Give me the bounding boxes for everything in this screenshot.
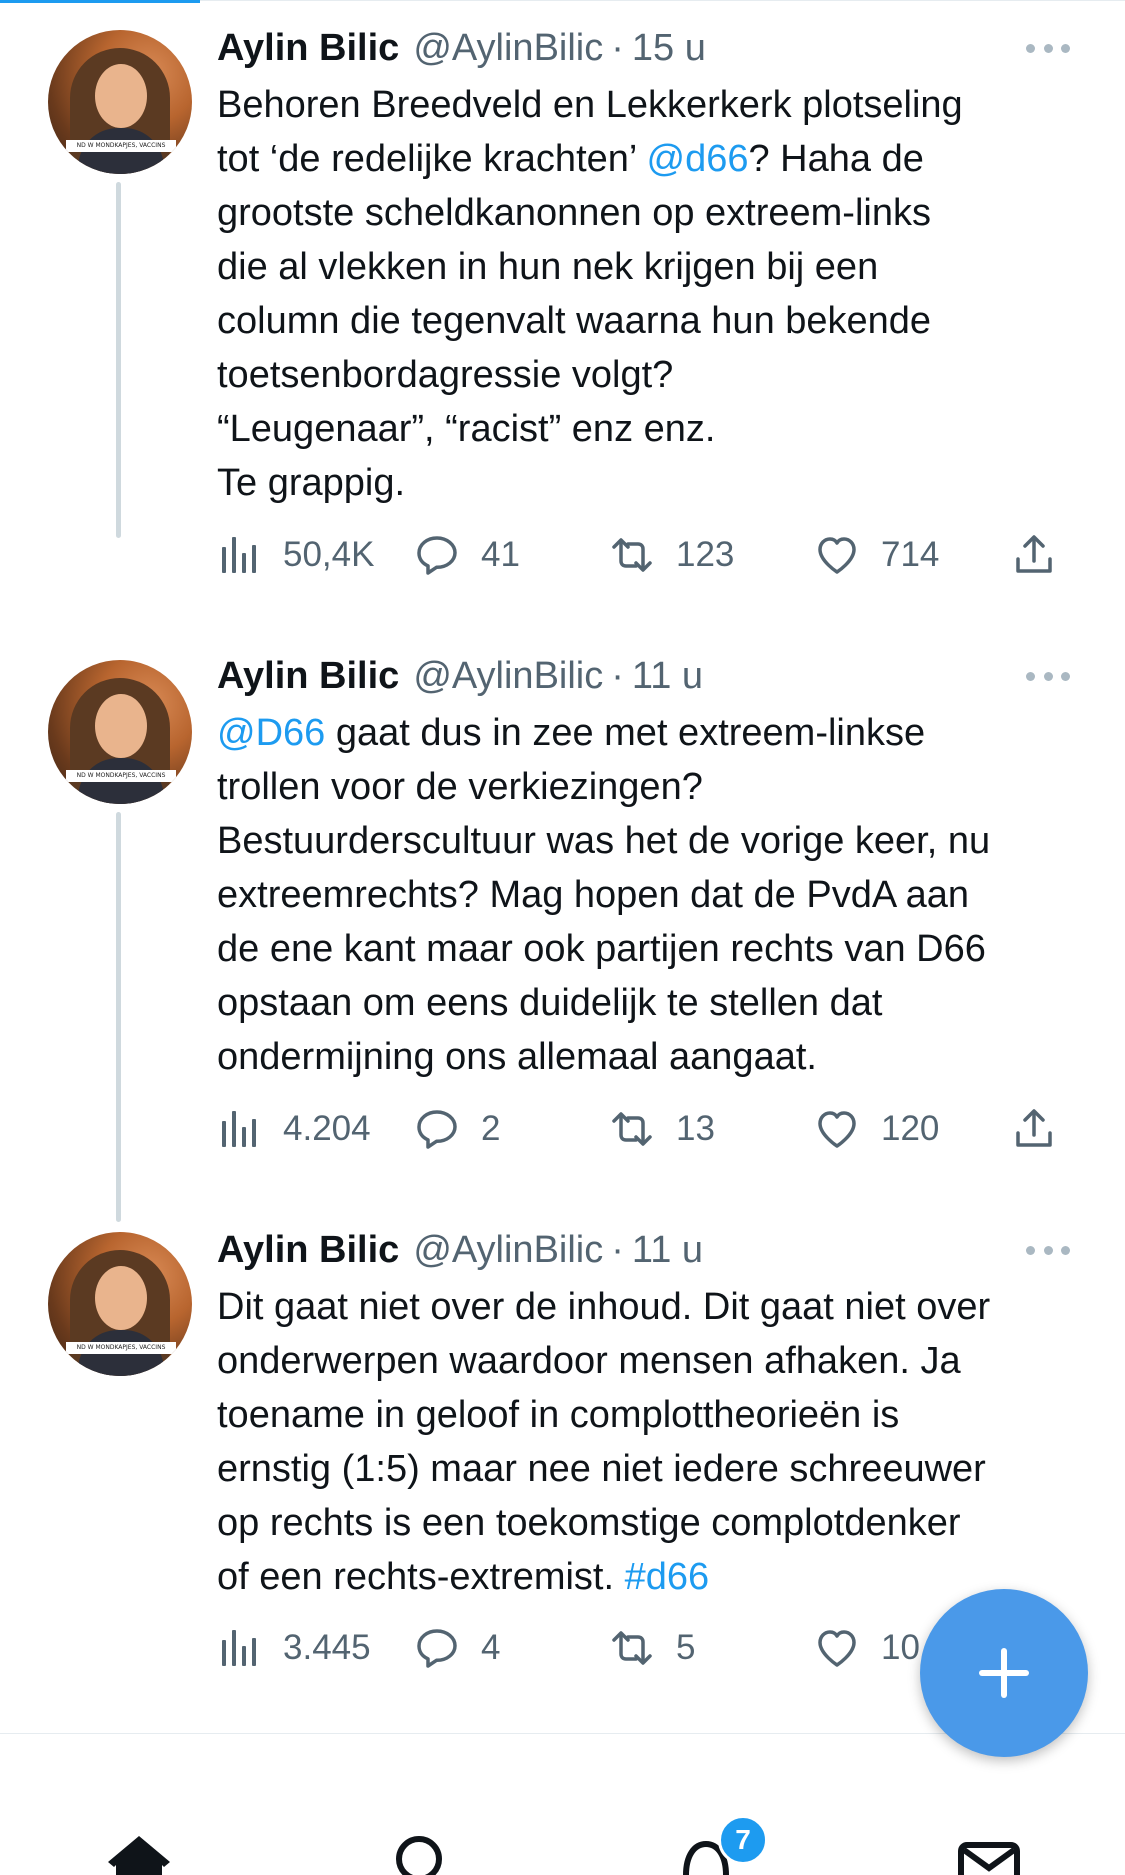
heart-icon: [818, 537, 856, 574]
thread-connector-line: [116, 812, 121, 1222]
plus-icon: [979, 1648, 1029, 1698]
like-count: 714: [881, 535, 940, 574]
messages-mail-icon[interactable]: [958, 1842, 1020, 1875]
author-handle[interactable]: @AylinBilic: [413, 27, 603, 70]
tweet-header: Aylin Bilic @AylinBilic · 11 u: [217, 652, 703, 700]
thread-connector-line: [116, 182, 121, 538]
views-count: 3.445: [283, 1628, 371, 1667]
share-button[interactable]: [1012, 1104, 1078, 1154]
separator-dot: ·: [611, 26, 624, 69]
top-divider: [200, 0, 1125, 1]
speech-bubble-icon: [417, 1629, 457, 1668]
reply-button[interactable]: 41: [415, 530, 520, 580]
tweet-text: Dit gaat niet over de inhoud. Dit gaat n…: [217, 1286, 991, 1598]
like-button[interactable]: 120: [815, 1104, 939, 1154]
tweet-header: Aylin Bilic @AylinBilic · 15 u: [217, 24, 706, 72]
ellipsis-icon: [1026, 671, 1035, 681]
reply-count: 4: [481, 1628, 501, 1667]
share-button[interactable]: [1012, 530, 1078, 580]
author-name[interactable]: Aylin Bilic: [217, 1229, 399, 1272]
retweet-button[interactable]: 5: [610, 1623, 695, 1673]
like-count: 10: [881, 1628, 920, 1667]
ellipsis-icon: [1026, 1245, 1035, 1255]
views-button[interactable]: 50,4K: [217, 530, 374, 580]
author-name[interactable]: Aylin Bilic: [217, 27, 399, 70]
retweet-button[interactable]: 123: [610, 530, 734, 580]
retweet-count: 13: [676, 1109, 715, 1148]
reply-count: 2: [481, 1109, 501, 1148]
hashtag-link[interactable]: #d66: [625, 1556, 710, 1598]
avatar-caption: ND W MONDKAPJES, VACCINS: [66, 140, 176, 152]
share-upload-icon: [1016, 535, 1052, 573]
retweet-icon: [612, 538, 652, 572]
notifications-badge: 7: [718, 1815, 768, 1865]
top-tab-indicator: [0, 0, 200, 3]
views-button[interactable]: 4.204: [217, 1104, 371, 1154]
tweet-header: Aylin Bilic @AylinBilic · 11 u: [217, 1226, 703, 1274]
search-icon[interactable]: [393, 1833, 449, 1875]
author-name[interactable]: Aylin Bilic: [217, 655, 399, 698]
heart-icon: [818, 1111, 856, 1148]
author-handle[interactable]: @AylinBilic: [413, 655, 603, 698]
bar-chart-icon: [222, 1630, 256, 1666]
retweet-count: 5: [676, 1628, 696, 1667]
tweet-time[interactable]: 15 u: [632, 27, 706, 70]
share-upload-icon: [1016, 1109, 1052, 1147]
more-options-button[interactable]: [1026, 42, 1070, 54]
speech-bubble-icon: [417, 1110, 457, 1149]
bar-chart-icon: [222, 1111, 256, 1147]
tweet-text: @D66 gaat dus in zee met extreem-linkse …: [217, 712, 991, 1078]
reply-button[interactable]: 2: [415, 1104, 500, 1154]
tweet-time[interactable]: 11 u: [632, 655, 703, 698]
avatar[interactable]: ND W MONDKAPJES, VACCINS: [48, 660, 192, 804]
mention-link[interactable]: @D66: [217, 712, 325, 754]
avatar[interactable]: ND W MONDKAPJES, VACCINS: [48, 30, 192, 174]
views-count: 50,4K: [283, 535, 375, 574]
retweet-icon: [612, 1112, 652, 1146]
compose-tweet-button[interactable]: [920, 1589, 1088, 1757]
reply-count: 41: [481, 535, 520, 574]
views-count: 4.204: [283, 1109, 371, 1148]
more-options-button[interactable]: [1026, 1244, 1070, 1256]
retweet-icon: [612, 1631, 652, 1665]
home-icon[interactable]: [104, 1834, 174, 1875]
like-button[interactable]: 10: [815, 1623, 920, 1673]
avatar-caption: ND W MONDKAPJES, VACCINS: [66, 1342, 176, 1354]
bar-chart-icon: [222, 537, 256, 573]
like-button[interactable]: 714: [815, 530, 939, 580]
views-button[interactable]: 3.445: [217, 1623, 371, 1673]
bottom-navigation: [0, 1734, 1125, 1875]
author-handle[interactable]: @AylinBilic: [413, 1229, 603, 1272]
retweet-button[interactable]: 13: [610, 1104, 715, 1154]
separator-dot: ·: [611, 654, 624, 697]
avatar[interactable]: ND W MONDKAPJES, VACCINS: [48, 1232, 192, 1376]
tweet-text: Behoren Breedveld en Lekkerkerk plotseli…: [217, 84, 963, 504]
more-options-button[interactable]: [1026, 670, 1070, 682]
tweet-time[interactable]: 11 u: [632, 1229, 703, 1272]
like-count: 120: [881, 1109, 940, 1148]
avatar-caption: ND W MONDKAPJES, VACCINS: [66, 770, 176, 782]
retweet-count: 123: [676, 535, 735, 574]
twitter-thread-screen: ND W MONDKAPJES, VACCINS Aylin Bilic @Ay…: [0, 0, 1125, 1875]
separator-dot: ·: [611, 1228, 624, 1271]
ellipsis-icon: [1026, 43, 1035, 53]
speech-bubble-icon: [417, 536, 457, 575]
mention-link[interactable]: @d66: [647, 138, 749, 180]
heart-icon: [818, 1630, 856, 1667]
reply-button[interactable]: 4: [415, 1623, 500, 1673]
